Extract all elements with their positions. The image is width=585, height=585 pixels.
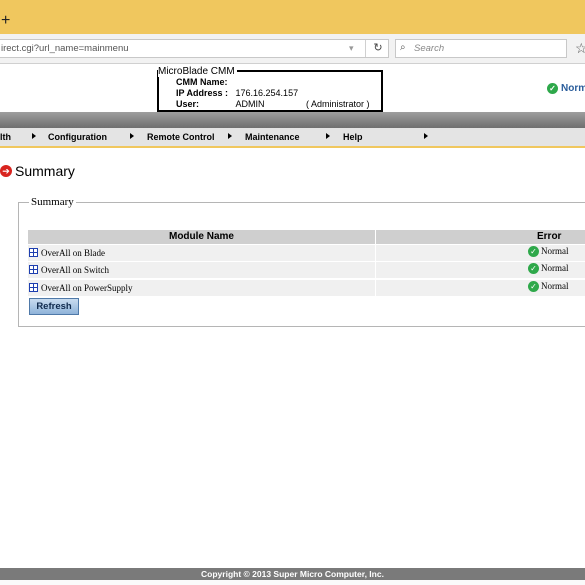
menu-item-health[interactable]: lth: [0, 128, 11, 146]
expand-plus-icon[interactable]: [29, 283, 38, 292]
module-status-text: Normal: [541, 246, 569, 256]
table-row: OverAll on Switch ✓ Normal: [28, 262, 585, 279]
page-heading: ➔ Summary: [0, 163, 75, 179]
ip-address-row: IP Address : 176.16.254.157: [176, 88, 298, 98]
cmm-name-row: CMM Name:: [176, 77, 228, 87]
summary-legend: Summary: [29, 196, 76, 208]
menu-item-remote-control[interactable]: Remote Control: [147, 128, 215, 146]
footer-copyright: Copyright © 2013 Super Micro Computer, I…: [0, 568, 585, 580]
column-divider: [375, 245, 376, 261]
product-title: MicroBlade CMM: [158, 66, 237, 77]
cmm-name-label: CMM Name:: [176, 77, 228, 87]
search-bar[interactable]: ⌕ Search: [395, 39, 567, 58]
module-name[interactable]: OverAll on PowerSupply: [41, 283, 133, 293]
system-status-text: Norm: [561, 83, 585, 95]
search-icon: ⌕: [400, 42, 406, 53]
refresh-button[interactable]: Refresh: [29, 298, 79, 315]
url-history-dropdown-icon[interactable]: ▾: [349, 43, 354, 54]
check-circle-icon: ✓: [528, 281, 539, 293]
browser-navbar: irect.cgi?url_name=mainmenu ▾ ↻ ⌕ Search…: [0, 34, 585, 64]
cmm-info-box: MicroBlade CMM CMM Name: IP Address : 17…: [157, 66, 383, 112]
ip-address-value: 176.16.254.157: [235, 88, 299, 98]
footer-bottom: [0, 580, 585, 585]
menu-item-configuration[interactable]: Configuration: [48, 128, 107, 146]
reload-icon[interactable]: ↻: [365, 40, 390, 57]
main-menu: lth Configuration Remote Control Mainten…: [0, 128, 585, 147]
user-row: User: ADMIN ( Administrator ): [176, 99, 370, 109]
page-title: Summary: [15, 163, 75, 179]
menu-item-maintenance[interactable]: Maintenance: [245, 128, 300, 146]
expand-plus-icon[interactable]: [29, 248, 38, 257]
table-row: OverAll on PowerSupply ✓ Normal: [28, 280, 585, 297]
url-text[interactable]: irect.cgi?url_name=mainmenu: [1, 43, 129, 54]
new-tab-icon[interactable]: +: [1, 13, 10, 29]
module-name[interactable]: OverAll on Blade: [41, 248, 105, 258]
column-divider: [375, 280, 376, 296]
expand-plus-icon[interactable]: [29, 265, 38, 274]
column-header-module-name: Module Name: [28, 230, 375, 244]
app-header: MicroBlade CMM CMM Name: IP Address : 17…: [0, 64, 585, 112]
module-status-text: Normal: [541, 263, 569, 273]
bookmark-star-icon[interactable]: ☆: [575, 40, 585, 57]
user-role: ( Administrator ): [306, 99, 370, 109]
user-label: User:: [176, 99, 200, 109]
check-circle-icon: ✓: [528, 246, 539, 258]
search-input[interactable]: Search: [414, 43, 444, 54]
menu-maintenance-arrow-icon: [326, 133, 330, 139]
menu-remote-control-arrow-icon: [228, 133, 232, 139]
menu-help-arrow-icon: [424, 133, 428, 139]
menu-configuration-arrow-icon: [130, 133, 134, 139]
url-bar[interactable]: irect.cgi?url_name=mainmenu ▾ ↻: [0, 39, 389, 58]
arrow-right-circle-icon: ➔: [0, 165, 12, 177]
module-status: ✓ Normal: [528, 263, 569, 275]
module-status-text: Normal: [541, 281, 569, 291]
module-name[interactable]: OverAll on Switch: [41, 265, 109, 275]
ip-address-label: IP Address :: [176, 88, 229, 98]
user-value: ADMIN: [235, 99, 265, 109]
menu-item-help[interactable]: Help: [343, 128, 363, 146]
column-divider: [375, 262, 376, 278]
menu-divider: [0, 146, 585, 148]
check-circle-icon: ✓: [528, 263, 539, 275]
browser-titlebar: +: [0, 0, 585, 34]
column-header-error: Error: [376, 230, 585, 244]
header-stripe: [0, 112, 585, 128]
check-circle-icon: ✓: [547, 83, 558, 94]
menu-health-arrow-icon: [32, 133, 36, 139]
module-status: ✓ Normal: [528, 281, 569, 293]
system-status: ✓ Norm: [547, 83, 585, 94]
module-status: ✓ Normal: [528, 246, 569, 258]
table-row: OverAll on Blade ✓ Normal: [28, 245, 585, 262]
